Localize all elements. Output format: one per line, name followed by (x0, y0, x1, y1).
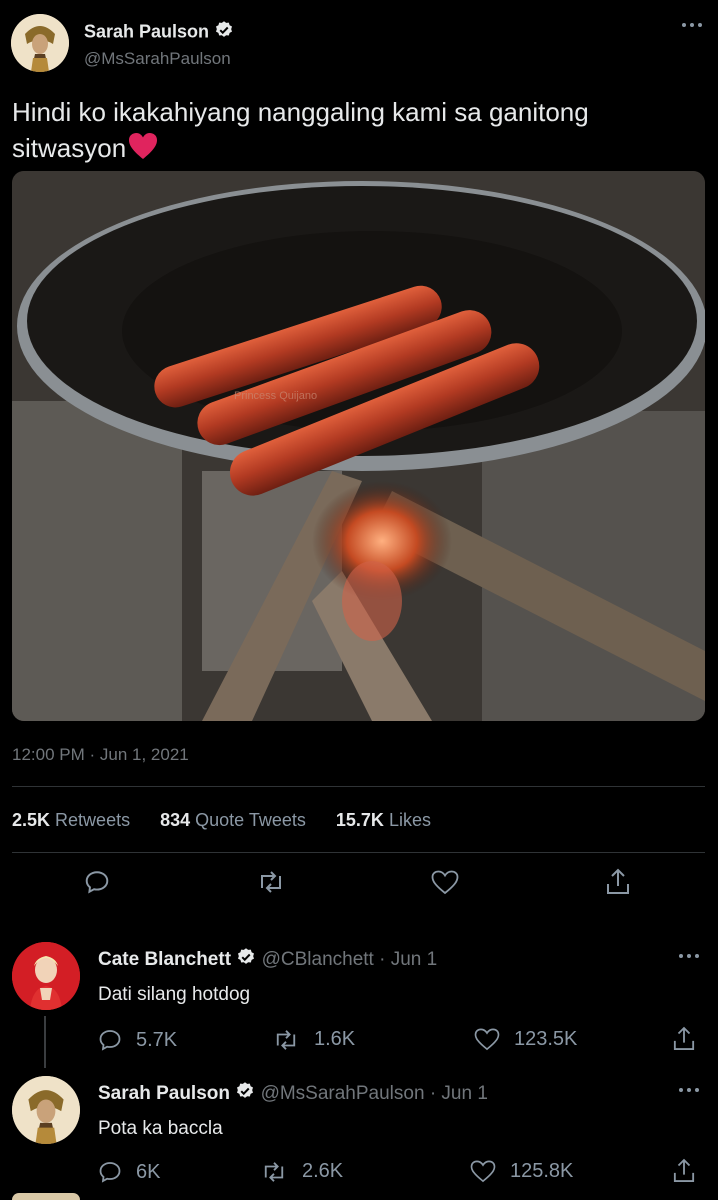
tweet-timestamp[interactable]: 12:00 PM · Jun 1, 2021 (12, 745, 189, 765)
author-name-row[interactable]: Sarah Paulson (84, 20, 234, 45)
tweet-text: Hindi ko ikakahiyang nanggaling kami sa … (12, 94, 702, 169)
like-action[interactable]: 123.5K (474, 1028, 577, 1051)
author-handle[interactable]: @MsSarahPaulson (84, 49, 231, 69)
reply-author-name[interactable]: Sarah Paulson (98, 1083, 230, 1104)
verified-badge-icon (214, 20, 234, 45)
share-icon[interactable] (673, 1026, 695, 1052)
retweet-count: 2.6K (302, 1160, 344, 1182)
reply-icon (98, 1160, 122, 1184)
reply-action[interactable]: 5.7K (98, 1028, 177, 1052)
reply-icon[interactable] (84, 869, 110, 895)
thread-line (44, 1016, 46, 1068)
retweets-stat[interactable]: 2.5K Retweets (12, 810, 130, 831)
reply-author-handle[interactable]: @MsSarahPaulson (261, 1083, 425, 1104)
likes-stat[interactable]: 15.7K Likes (336, 810, 431, 831)
retweet-icon (260, 1161, 288, 1183)
share-icon[interactable] (606, 868, 630, 896)
reply-icon (98, 1028, 122, 1052)
next-reply-avatar[interactable] (12, 1193, 80, 1200)
avatar-photo (12, 942, 80, 1010)
like-icon (470, 1160, 496, 1183)
reply-author-name[interactable]: Cate Blanchett (98, 949, 231, 970)
tweet-stats: 2.5K Retweets 834 Quote Tweets 15.7K Lik… (12, 810, 431, 831)
image-watermark: Princess Quijano (234, 390, 317, 402)
divider (12, 786, 705, 787)
like-count: 123.5K (514, 1028, 578, 1050)
avatar-illustration (11, 14, 69, 72)
retweet-count: 1.6K (314, 1028, 356, 1050)
reply-action[interactable]: 6K (98, 1160, 160, 1184)
reply-count: 5.7K (136, 1028, 178, 1051)
like-icon (474, 1028, 500, 1051)
like-icon[interactable] (431, 870, 459, 895)
reply-date[interactable]: · Jun 1 (430, 1083, 488, 1104)
quote-tweets-stat[interactable]: 834 Quote Tweets (160, 810, 306, 831)
verified-badge-icon (236, 947, 256, 973)
like-action[interactable]: 125.8K (470, 1160, 573, 1183)
reply-text: Pota ka baccla (98, 1118, 223, 1139)
reply-avatar[interactable] (12, 1076, 80, 1144)
share-icon[interactable] (673, 1158, 695, 1184)
more-options-icon[interactable] (678, 1084, 700, 1096)
retweet-icon (272, 1029, 300, 1051)
divider (12, 852, 705, 853)
verified-badge-icon (235, 1081, 255, 1107)
hotdogs-in-pan-photo: Princess Quijano (12, 171, 705, 721)
reply-count: 6K (136, 1160, 161, 1183)
author-name[interactable]: Sarah Paulson (84, 21, 209, 41)
author-avatar[interactable] (11, 14, 69, 72)
more-options-icon[interactable] (678, 950, 700, 962)
reply-text: Dati silang hotdog (98, 984, 251, 1005)
red-heart-icon (128, 132, 158, 169)
reply-header: Cate Blanchett @CBlanchett · Jun 1 (98, 947, 437, 973)
reply-author-handle[interactable]: @CBlanchett (262, 949, 374, 970)
avatar-illustration (12, 1076, 80, 1144)
retweet-icon[interactable] (256, 870, 286, 894)
like-count: 125.8K (510, 1160, 574, 1182)
more-options-icon[interactable] (680, 18, 704, 32)
reply-header: Sarah Paulson @MsSarahPaulson · Jun 1 (98, 1081, 488, 1107)
retweet-action[interactable]: 1.6K (272, 1028, 355, 1051)
reply-avatar[interactable] (12, 942, 80, 1010)
reply-date[interactable]: · Jun 1 (379, 949, 437, 970)
tweet-text-line2: sitwasyon (12, 133, 127, 163)
tweet-image[interactable]: Princess Quijano (12, 171, 705, 721)
retweet-action[interactable]: 2.6K (260, 1160, 343, 1183)
tweet-text-line1: Hindi ko ikakahiyang nanggaling kami sa … (12, 97, 589, 127)
